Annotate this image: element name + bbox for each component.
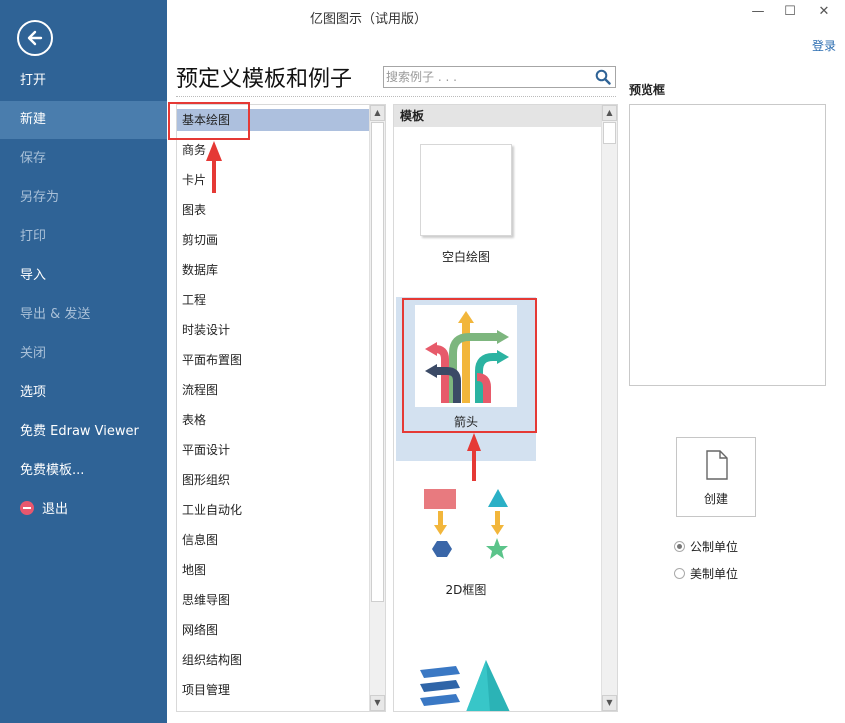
template-blank[interactable]: 空白绘图 — [396, 135, 536, 275]
sidebar-item-save[interactable]: 保存 — [0, 140, 167, 178]
sidebar-item-print[interactable]: 打印 — [0, 218, 167, 256]
sidebar-item-close[interactable]: 关闭 — [0, 335, 167, 373]
highlight-box-category — [168, 102, 250, 140]
search-input[interactable] — [386, 68, 591, 86]
category-item[interactable]: 平面设计 — [177, 439, 369, 461]
category-item[interactable]: 剪切画 — [177, 229, 369, 251]
category-item[interactable]: 图表 — [177, 199, 369, 221]
minimize-button[interactable]: — — [748, 4, 768, 20]
sidebar-item-options[interactable]: 选项 — [0, 374, 167, 412]
exit-label: 退出 — [42, 502, 69, 517]
scroll-down-icon[interactable]: ▼ — [370, 695, 385, 711]
sidebar: 打开 新建 保存 另存为 打印 导入 导出 & 发送 关闭 选项 免费 Edra… — [0, 0, 167, 723]
sidebar-item-open[interactable]: 打开 — [0, 62, 167, 100]
template-header: 模板 — [394, 105, 602, 127]
category-list: 基本绘图 商务 卡片 图表 剪切画 数据库 工程 时装设计 平面布置图 流程图 … — [176, 104, 386, 712]
back-button[interactable] — [17, 20, 53, 56]
back-arrow-icon — [27, 30, 43, 46]
category-item[interactable]: 工业自动化 — [177, 499, 369, 521]
category-item[interactable]: 平面布置图 — [177, 349, 369, 371]
template-scrollbar[interactable]: ▲ ▼ — [601, 105, 617, 711]
sidebar-item-export-send[interactable]: 导出 & 发送 — [0, 296, 167, 334]
category-item[interactable]: 时装设计 — [177, 319, 369, 341]
sidebar-item-exit[interactable]: 退出 — [0, 491, 167, 529]
unit-label: 公制单位 — [690, 540, 739, 554]
radio-selected-icon[interactable] — [674, 541, 685, 552]
annotation-arrow-icon — [467, 433, 481, 481]
template-2d-block[interactable]: 2D框图 — [396, 475, 536, 605]
category-item[interactable]: 表格 — [177, 409, 369, 431]
template-label: 2D框图 — [445, 583, 487, 597]
category-item[interactable]: 工程 — [177, 289, 369, 311]
preview-label: 预览框 — [629, 83, 666, 97]
login-link[interactable]: 登录 — [812, 37, 836, 54]
sidebar-item-import[interactable]: 导入 — [0, 257, 167, 295]
preview-box — [629, 104, 826, 386]
sidebar-item-free-templates[interactable]: 免费模板... — [0, 452, 167, 490]
category-item[interactable]: 信息图 — [177, 529, 369, 551]
3d-template-thumbnail[interactable] — [420, 660, 516, 712]
window-title: 亿图图示（试用版） — [310, 12, 428, 27]
scroll-up-icon[interactable]: ▲ — [370, 105, 385, 121]
unit-label: 美制单位 — [690, 567, 739, 581]
category-item[interactable]: 图形组织 — [177, 469, 369, 491]
maximize-button[interactable]: ☐ — [780, 4, 800, 20]
blank-thumbnail — [420, 144, 512, 236]
search-icon[interactable] — [595, 69, 611, 85]
divider — [176, 96, 616, 97]
create-label: 创建 — [703, 492, 728, 506]
template-label: 空白绘图 — [441, 250, 490, 264]
search-box[interactable] — [383, 66, 616, 88]
annotation-arrow-icon — [206, 141, 222, 193]
sidebar-item-save-as[interactable]: 另存为 — [0, 179, 167, 217]
exit-icon — [20, 501, 34, 515]
category-item[interactable]: 组织结构图 — [177, 649, 369, 671]
new-document-icon — [706, 450, 728, 480]
category-scrollbar[interactable]: ▲ ▼ — [369, 105, 385, 711]
category-item[interactable]: 项目管理 — [177, 679, 369, 701]
create-button[interactable]: 创建 — [676, 437, 756, 517]
unit-imperial[interactable]: 美制单位 — [674, 565, 738, 582]
sidebar-item-edraw-viewer[interactable]: 免费 Edraw Viewer — [0, 413, 167, 451]
category-item[interactable]: 地图 — [177, 559, 369, 581]
scroll-up-icon[interactable]: ▲ — [602, 105, 617, 121]
category-item[interactable]: 流程图 — [177, 379, 369, 401]
scroll-thumb[interactable] — [371, 122, 384, 602]
page-title: 预定义模板和例子 — [176, 67, 353, 92]
block-diagram-thumbnail — [424, 489, 508, 559]
highlight-box-template — [402, 298, 537, 433]
category-item[interactable]: 网络图 — [177, 619, 369, 641]
scroll-thumb[interactable] — [603, 122, 616, 144]
scroll-down-icon[interactable]: ▼ — [602, 695, 617, 711]
unit-metric[interactable]: 公制单位 — [674, 538, 738, 555]
close-button[interactable]: ✕ — [814, 4, 834, 20]
sidebar-item-new[interactable]: 新建 — [0, 101, 167, 139]
radio-icon[interactable] — [674, 568, 685, 579]
category-item[interactable]: 数据库 — [177, 259, 369, 281]
category-item[interactable]: 思维导图 — [177, 589, 369, 611]
